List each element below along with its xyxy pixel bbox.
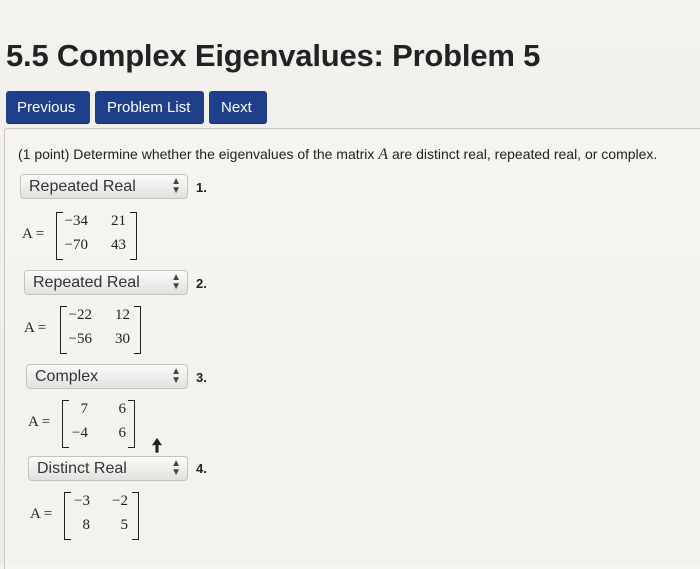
matrix-cell: 5 (120, 517, 129, 533)
problem-list-button[interactable]: Problem List (95, 91, 204, 124)
matrix-cell: 7 (80, 401, 89, 417)
question-number: 2. (196, 276, 207, 291)
matrix-cell: 12 (115, 307, 130, 323)
question-number: 1. (196, 180, 207, 195)
matrix-cell: −22 (68, 307, 92, 323)
problem-prompt: (1 point) Determine whether the eigenval… (18, 146, 658, 163)
answer-select-3[interactable]: Complex ▲ ▼ (26, 364, 188, 389)
answer-select-1[interactable]: Repeated Real ▲ ▼ (20, 174, 188, 199)
answer-select-value: Repeated Real (33, 274, 140, 291)
right-bracket (132, 492, 139, 540)
question-number: 4. (196, 461, 207, 476)
up-down-chevron-icon: ▲ ▼ (171, 272, 181, 292)
right-bracket (130, 212, 137, 260)
matrix-cell: 21 (111, 213, 126, 229)
right-bracket (134, 306, 141, 354)
up-down-chevron-icon: ▲ ▼ (171, 366, 181, 386)
matrix-cell: −2 (112, 493, 128, 509)
question-number: 3. (196, 370, 207, 385)
matrix-cell: −56 (68, 331, 92, 347)
problem-nav: Previous Problem List Next (6, 91, 267, 124)
matrix-cell: 6 (118, 401, 127, 417)
mouse-pointer-icon (150, 436, 164, 454)
matrix-cell: −34 (64, 213, 88, 229)
previous-button[interactable]: Previous (6, 91, 90, 124)
answer-select-2[interactable]: Repeated Real ▲ ▼ (24, 270, 188, 295)
next-button[interactable]: Next (209, 91, 267, 124)
matrix-cell: −70 (64, 237, 88, 253)
matrix-cell: 6 (118, 425, 127, 441)
matrix-lhs: A = (30, 506, 53, 522)
matrix-lhs: A = (28, 414, 51, 430)
matrix-cell: 30 (115, 331, 130, 347)
matrix-cell: −4 (72, 425, 88, 441)
up-down-chevron-icon: ▲ ▼ (171, 458, 181, 478)
matrix-cell: 43 (111, 237, 126, 253)
matrix-cell: −3 (74, 493, 90, 509)
right-bracket (128, 400, 135, 448)
matrix-lhs: A = (22, 226, 45, 242)
answer-select-value: Distinct Real (37, 460, 127, 477)
up-down-chevron-icon: ▲ ▼ (171, 176, 181, 196)
answer-select-value: Repeated Real (29, 178, 136, 195)
matrix-cell: 8 (82, 517, 91, 533)
matrix-lhs: A = (24, 320, 47, 336)
page-title: 5.5 Complex Eigenvalues: Problem 5 (6, 38, 541, 73)
answer-select-4[interactable]: Distinct Real ▲ ▼ (28, 456, 188, 481)
answer-select-value: Complex (35, 368, 99, 385)
